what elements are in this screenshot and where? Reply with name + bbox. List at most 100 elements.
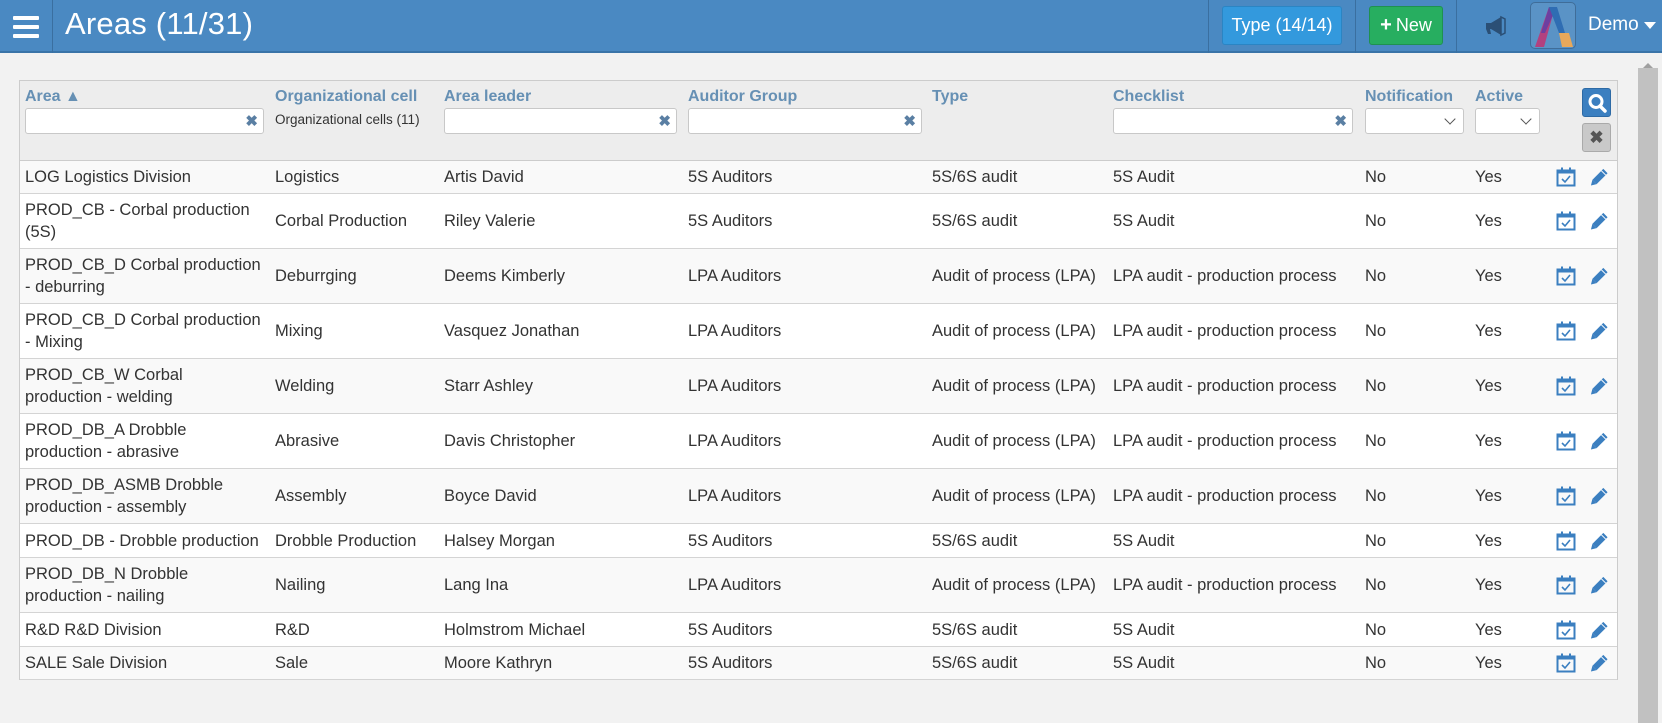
pencil-icon[interactable] [1590, 168, 1609, 187]
area-filter-input[interactable]: ✖ [25, 108, 264, 134]
pencil-icon[interactable] [1590, 487, 1609, 506]
calendar-check-icon[interactable] [1556, 167, 1576, 187]
calendar-check-icon[interactable] [1556, 211, 1576, 231]
table-row[interactable]: PROD_DB_ASMB Drobble production - assemb… [20, 469, 1617, 524]
close-icon: ✖ [1589, 127, 1604, 147]
org-cell: Logistics [275, 168, 340, 186]
notification-cell: No [1365, 576, 1387, 594]
calendar-check-icon[interactable] [1556, 376, 1576, 396]
table-row[interactable]: PROD_DB - Drobble production Drobble Prod… [20, 524, 1617, 558]
search-button[interactable] [1582, 88, 1611, 117]
calendar-check-icon[interactable] [1556, 575, 1576, 595]
pencil-icon[interactable] [1590, 432, 1609, 451]
type-cell: Audit of process (LPA) [932, 432, 1096, 450]
table-row[interactable]: PROD_CB_D Corbal production - Mixing Mixi… [20, 304, 1617, 359]
notification-filter-select[interactable] [1365, 108, 1464, 134]
calendar-check-icon[interactable] [1556, 266, 1576, 286]
auditor-group-cell: 5S Auditors [688, 654, 773, 672]
calendar-check-icon[interactable] [1556, 531, 1576, 551]
table-row[interactable]: R&D R&D Division R&D Holmstrom Michael 5S A… [20, 613, 1617, 647]
type-cell: Audit of process (LPA) [932, 487, 1096, 505]
active-filter-select[interactable] [1475, 108, 1540, 134]
checklist-cell: LPA audit - production process [1113, 487, 1337, 505]
user-menu-dropdown[interactable]: Demo [1588, 14, 1656, 36]
notification-cell: No [1365, 620, 1387, 639]
org-cell: Sale [275, 654, 309, 672]
table-row[interactable]: PROD_CB_D Corbal production - deburring D… [20, 249, 1617, 304]
table-body: LOG Logistics Division Logistics Artis Dav… [20, 161, 1617, 680]
calendar-check-icon[interactable] [1556, 321, 1576, 341]
column-header-organizational-cell[interactable]: Organizational cell [275, 88, 417, 106]
navbar-divider [1208, 0, 1209, 53]
calendar-check-icon[interactable] [1556, 620, 1576, 640]
organizational-cells-filter[interactable]: Organizational cells (11) [275, 112, 420, 127]
table-row[interactable]: PROD_CB - Corbal production (5S) Corbal P… [20, 194, 1617, 249]
area-leader-filter-input[interactable]: ✖ [444, 108, 677, 134]
checklist-cell: 5S Audit [1113, 168, 1175, 186]
clear-filters-button[interactable]: ✖ [1582, 123, 1611, 152]
column-header-auditor-group[interactable]: Auditor Group [688, 88, 797, 106]
column-header-area[interactable]: Area ▲ [25, 88, 81, 106]
pencil-icon[interactable] [1590, 620, 1609, 639]
pencil-icon[interactable] [1590, 212, 1609, 231]
notification-cell: No [1365, 432, 1387, 450]
pencil-icon[interactable] [1590, 377, 1609, 396]
column-header-area-leader[interactable]: Area leader [444, 88, 531, 106]
table-row[interactable]: PROD_DB_A Drobble production - abrasive A… [20, 414, 1617, 469]
menu-icon-bar [13, 15, 39, 20]
auditor-group-cell: LPA Auditors [688, 377, 782, 395]
clear-leader-filter-icon[interactable]: ✖ [658, 112, 671, 130]
org-cell: Drobble Production [275, 531, 417, 550]
megaphone-icon[interactable] [1484, 14, 1508, 38]
column-header-checklist[interactable]: Checklist [1113, 88, 1184, 106]
menu-icon-bar [13, 33, 39, 38]
search-icon [1588, 94, 1607, 113]
page-title: Areas (11/31) [65, 6, 254, 41]
scrollbar-thumb[interactable] [1638, 68, 1658, 723]
auditor-group-cell: LPA Auditors [688, 576, 782, 594]
clear-auditor-filter-icon[interactable]: ✖ [903, 112, 916, 130]
active-cell: Yes [1475, 377, 1502, 395]
calendar-check-icon[interactable] [1556, 431, 1576, 451]
hamburger-menu-button[interactable] [0, 0, 53, 53]
column-header-active[interactable]: Active [1475, 88, 1523, 106]
notification-cell: No [1365, 168, 1387, 186]
area-cell: PROD_CB_D Corbal production - Mixing [25, 311, 261, 351]
notification-cell: No [1365, 212, 1387, 230]
new-area-button[interactable]: + New [1369, 6, 1443, 45]
area-cell: PROD_CB_D Corbal production - deburring [25, 256, 261, 296]
pencil-icon[interactable] [1590, 654, 1609, 673]
clear-checklist-filter-icon[interactable]: ✖ [1334, 112, 1347, 130]
leader-cell: Davis Christopher [444, 432, 576, 450]
auditor-group-filter-input[interactable]: ✖ [688, 108, 922, 134]
active-cell: Yes [1475, 168, 1502, 186]
active-cell: Yes [1475, 212, 1502, 230]
pencil-icon[interactable] [1590, 267, 1609, 286]
clear-area-filter-icon[interactable]: ✖ [245, 112, 258, 130]
table-row[interactable]: SALE Sale Division Sale Moore Kathryn 5S Au… [20, 647, 1617, 680]
table-row[interactable]: LOG Logistics Division Logistics Artis Dav… [20, 161, 1617, 194]
auditor-group-cell: LPA Auditors [688, 487, 782, 505]
active-cell: Yes [1475, 267, 1502, 285]
company-logo[interactable] [1530, 2, 1576, 49]
auditor-group-cell: 5S Auditors [688, 168, 773, 186]
pencil-icon[interactable] [1590, 322, 1609, 341]
table-row[interactable]: PROD_CB_W Corbal production - welding Wel… [20, 359, 1617, 414]
area-cell: PROD_DB_N Drobble production - nailing [25, 565, 189, 605]
pencil-icon[interactable] [1590, 576, 1609, 595]
type-cell: 5S/6S audit [932, 531, 1018, 550]
leader-cell: Halsey Morgan [444, 531, 555, 550]
menu-icon-bar [13, 24, 39, 29]
column-header-notification[interactable]: Notification [1365, 88, 1453, 106]
type-filter-button[interactable]: Type (14/14) [1222, 6, 1342, 45]
leader-cell: Vasquez Jonathan [444, 322, 580, 340]
calendar-check-icon[interactable] [1556, 486, 1576, 506]
calendar-check-icon[interactable] [1556, 653, 1576, 673]
column-header-type[interactable]: Type [932, 88, 968, 106]
checklist-filter-input[interactable]: ✖ [1113, 108, 1353, 134]
pencil-icon[interactable] [1590, 531, 1609, 550]
type-cell: Audit of process (LPA) [932, 322, 1096, 340]
area-cell: R&D R&D Division [25, 620, 162, 639]
top-navbar: Areas (11/31) Type (14/14) + New Demo [0, 0, 1662, 53]
table-row[interactable]: PROD_DB_N Drobble production - nailing Na… [20, 558, 1617, 613]
